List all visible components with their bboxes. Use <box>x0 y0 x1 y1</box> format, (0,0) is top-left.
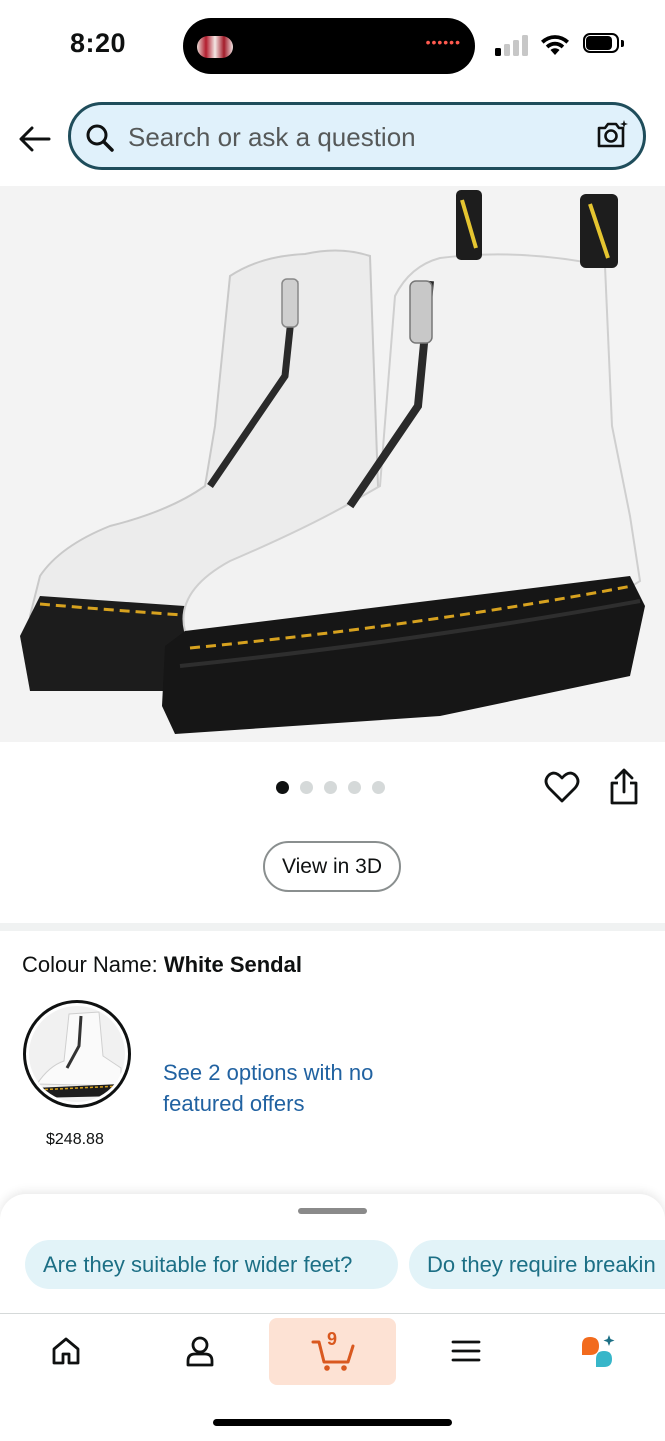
colour-value: White Sendal <box>163 952 302 977</box>
see-options-link[interactable]: See 2 options with no featured offers <box>163 1057 393 1119</box>
status-bar: 8:20 •••••• <box>0 0 665 90</box>
nav-rufus-button[interactable] <box>568 1317 628 1385</box>
wishlist-button[interactable] <box>544 770 580 806</box>
search-input[interactable]: Search or ask a question <box>68 102 646 170</box>
arrow-left-icon <box>19 126 51 152</box>
account-icon <box>186 1336 214 1367</box>
suggestion-chip[interactable]: Do they require breakin <box>409 1240 665 1289</box>
suggestion-chips: Are they suitable for wider feet? Do the… <box>25 1240 665 1290</box>
camera-search-button[interactable] <box>595 119 629 156</box>
share-button[interactable] <box>608 768 640 806</box>
colour-swatch[interactable] <box>23 1000 131 1108</box>
audio-waveform-icon: •••••• <box>425 34 461 50</box>
section-divider <box>0 923 665 931</box>
camera-icon <box>597 120 628 148</box>
back-button[interactable] <box>14 118 56 160</box>
search-placeholder: Search or ask a question <box>128 122 416 152</box>
swatch-price: $248.88 <box>46 1131 104 1148</box>
colour-label: Colour Name: <box>22 952 164 977</box>
product-image[interactable] <box>0 186 665 742</box>
cart-count-badge: 9 <box>327 1329 338 1349</box>
view-in-3d-button[interactable]: View in 3D <box>263 841 401 892</box>
now-playing-thumbnail <box>197 36 233 58</box>
swatch-image <box>29 1006 125 1102</box>
home-icon <box>52 1337 80 1365</box>
nav-account-button[interactable] <box>170 1317 230 1385</box>
home-indicator[interactable] <box>213 1419 452 1426</box>
pager-dot-active[interactable] <box>276 781 289 794</box>
battery-icon <box>583 33 624 55</box>
rufus-icon <box>582 1335 615 1367</box>
heart-icon <box>544 771 580 803</box>
wifi-icon <box>541 35 569 55</box>
nav-menu-button[interactable] <box>436 1317 496 1385</box>
status-time: 8:20 <box>70 28 127 58</box>
share-icon <box>610 768 638 805</box>
cellular-signal-icon <box>495 34 529 56</box>
pager-dot[interactable] <box>372 781 385 794</box>
search-icon <box>86 124 114 152</box>
suggestion-chip[interactable]: Are they suitable for wider feet? <box>25 1240 398 1289</box>
pager-dot[interactable] <box>300 781 313 794</box>
nav-home-button[interactable] <box>36 1317 96 1385</box>
menu-icon <box>451 1340 481 1362</box>
search-header: Search or ask a question <box>0 96 665 182</box>
nav-cart-button[interactable]: 9 <box>269 1318 396 1385</box>
boots-illustration <box>20 190 645 734</box>
sheet-drag-handle[interactable] <box>298 1208 367 1214</box>
colour-name-row: Colour Name: White Sendal <box>22 952 302 978</box>
dynamic-island: •••••• <box>183 18 475 74</box>
pager-dot[interactable] <box>348 781 361 794</box>
pager-dot[interactable] <box>324 781 337 794</box>
image-pager[interactable] <box>276 781 385 795</box>
